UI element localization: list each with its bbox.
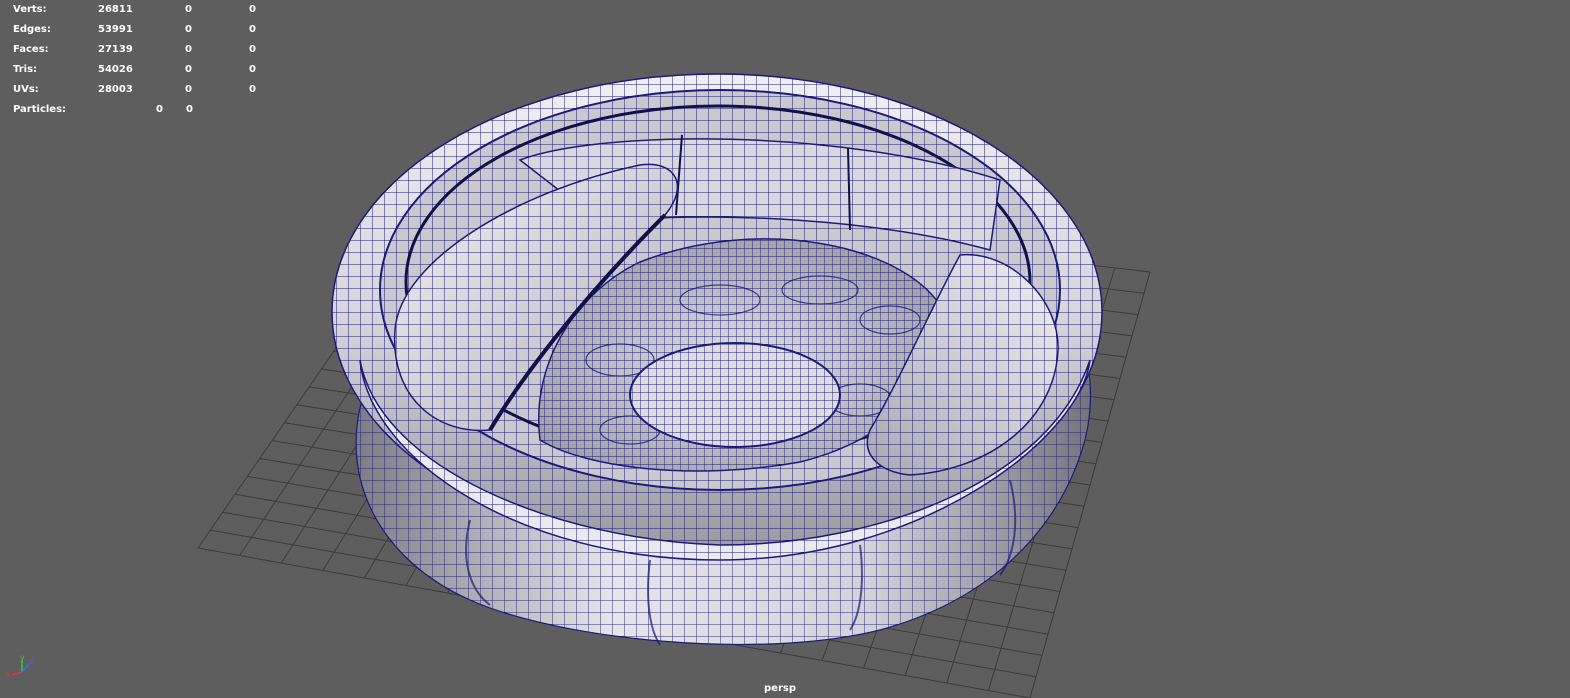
hud-value: 27139 [98,44,133,55]
hud-label: Tris: [13,64,38,75]
perspective-viewport[interactable]: Verts: 26811 0 0 Edges: 53991 0 0 Faces:… [0,0,1570,698]
scene-canvas[interactable] [0,0,1570,698]
mesh-model[interactable] [331,73,1103,646]
hud-value: 0 [249,64,256,75]
hud-label: Particles: [13,104,67,115]
hud-value: 0 [185,44,192,55]
hud-value: 0 [249,24,256,35]
hud-value: 0 [249,84,256,95]
hud-value: 54026 [98,64,133,75]
hud-label: UVs: [13,84,39,95]
hud-value: 0 [185,84,192,95]
hud-value: 0 [156,104,163,115]
hud-value: 0 [185,64,192,75]
hud-value: 0 [185,24,192,35]
hud-label: Verts: [13,4,47,15]
x-axis-line [11,671,23,676]
axis-z-label: z [29,657,33,666]
hud-value: 0 [185,4,192,15]
hud-value: 0 [186,104,193,115]
camera-name-label: persp [764,683,796,694]
hud-value: 26811 [98,4,133,15]
hud-label: Edges: [13,24,51,35]
hud-value: 28003 [98,84,133,95]
hud-value: 0 [249,44,256,55]
axis-gizmo-icon: x y z [6,654,33,679]
hud-value: 0 [249,4,256,15]
hud-label: Faces: [13,44,49,55]
z-axis-line [21,663,30,673]
hud-value: 53991 [98,24,133,35]
axis-x-label: x [6,670,11,679]
axis-y-label: y [20,654,25,662]
